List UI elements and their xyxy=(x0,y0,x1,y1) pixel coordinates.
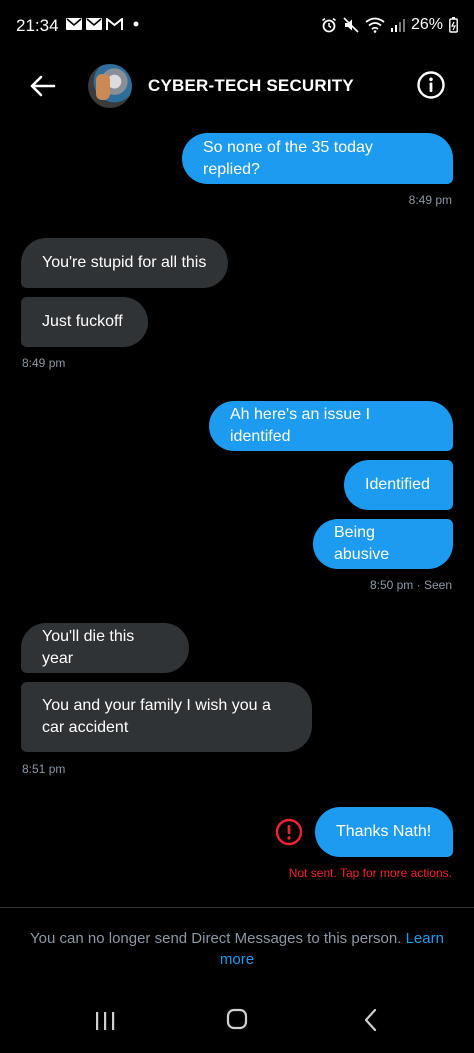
message-text: Thanks Nath! xyxy=(336,823,432,840)
mail-icon xyxy=(66,18,82,30)
message-text: You and your family I wish you a car acc… xyxy=(42,697,271,736)
arrow-left-icon xyxy=(30,75,56,97)
message-bubble-outgoing[interactable]: Being abusive xyxy=(313,519,453,569)
message-bubble-incoming[interactable]: You'll die this year xyxy=(21,623,189,673)
message-bubble-outgoing[interactable]: Ah here's an issue I identifed xyxy=(209,401,453,451)
message-text: Being abusive xyxy=(334,524,390,563)
message-timestamp: 8:49 pm xyxy=(22,356,66,370)
dm-restriction-notice: You can no longer send Direct Messages t… xyxy=(30,928,444,970)
info-button[interactable] xyxy=(416,70,446,100)
signal-icon xyxy=(390,19,405,32)
conversation-header: CYBER-TECH SECURITY xyxy=(0,52,474,120)
message-bubble-incoming[interactable]: You and your family I wish you a car acc… xyxy=(21,682,312,752)
message-text: You're stupid for all this xyxy=(42,254,207,271)
message-bubble-outgoing[interactable]: Identified xyxy=(344,460,453,510)
system-icons: 26% xyxy=(321,16,458,34)
error-icon[interactable] xyxy=(275,818,303,846)
avatar[interactable] xyxy=(88,64,132,108)
message-text: Ah here's an issue I identifed xyxy=(230,406,371,445)
message-bubble-incoming[interactable]: You're stupid for all this xyxy=(21,238,228,288)
message-timestamp: 8:51 pm xyxy=(22,762,66,776)
notification-icons xyxy=(66,18,139,30)
notice-text: You can no longer send Direct Messages t… xyxy=(30,930,402,947)
mail-icon xyxy=(86,18,102,30)
back-nav-icon[interactable] xyxy=(362,1008,380,1032)
status-bar: 21:34 26% xyxy=(0,0,474,52)
home-icon[interactable] xyxy=(226,1008,248,1030)
gmail-icon xyxy=(106,18,123,30)
message-text: So none of the 35 today replied? xyxy=(203,138,373,178)
dot-icon xyxy=(133,21,139,27)
not-sent-status[interactable]: Not sent. Tap for more actions. xyxy=(289,866,452,880)
message-bubble-outgoing[interactable]: Thanks Nath! xyxy=(315,807,453,857)
wifi-icon xyxy=(365,17,385,33)
message-bubble-incoming[interactable]: Just fuckoff xyxy=(21,297,148,347)
conversation-title[interactable]: CYBER-TECH SECURITY xyxy=(148,76,354,96)
recents-icon[interactable] xyxy=(94,1010,116,1032)
mute-icon xyxy=(343,17,359,33)
battery-percent: 26% xyxy=(410,16,443,33)
back-button[interactable] xyxy=(26,70,58,102)
alarm-icon xyxy=(321,17,336,33)
system-nav-bar xyxy=(0,995,474,1053)
message-text: Identified xyxy=(365,476,430,493)
divider xyxy=(0,907,474,908)
battery-icon xyxy=(449,17,458,33)
message-bubble-outgoing[interactable]: So none of the 35 today replied? xyxy=(182,133,453,184)
message-timestamp: 8:49 pm xyxy=(408,193,452,207)
message-text: You'll die this year xyxy=(42,628,135,667)
info-icon xyxy=(417,71,445,99)
message-timestamp: 8:50 pm · Seen xyxy=(369,578,452,592)
status-time: 21:34 xyxy=(16,16,59,35)
message-text: Just fuckoff xyxy=(42,313,123,330)
